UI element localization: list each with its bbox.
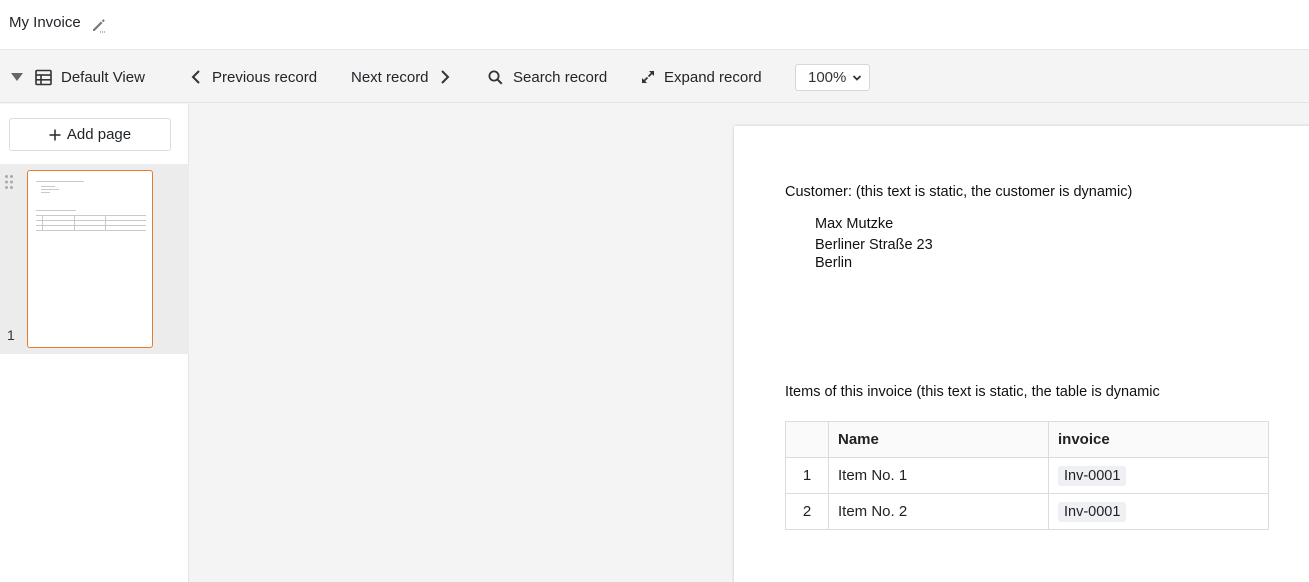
add-page-label: Add page [66, 126, 132, 143]
zoom-value: 100% [808, 69, 847, 86]
caret-down-icon[interactable] [10, 71, 24, 83]
page-thumbnail[interactable] [27, 170, 153, 348]
table-icon [35, 69, 52, 85]
items-table: Name invoice 1 Item No. 1 Inv-0001 2 Ite… [785, 421, 1269, 530]
view-label: Default View [61, 68, 145, 86]
previous-record-label: Previous record [212, 68, 318, 86]
customer-city: Berlin [815, 255, 853, 271]
customer-name: Max Mutzke [815, 216, 894, 232]
drag-handle-icon[interactable] [4, 174, 14, 190]
expand-record-label: Expand record [664, 68, 762, 86]
page-sidebar: Add page 1 [0, 104, 189, 582]
page-number: 1 [7, 327, 15, 343]
row-name: Item No. 2 [828, 493, 1049, 530]
expand-record-button[interactable]: Expand record [641, 51, 762, 103]
search-record-label: Search record [513, 68, 608, 86]
customer-street: Berliner Straße 23 [815, 237, 933, 253]
document-canvas: Customer: (this text is static, the cust… [190, 104, 1309, 582]
chevron-left-icon [191, 70, 200, 84]
add-page-button[interactable]: Add page [9, 118, 171, 151]
search-icon [488, 70, 503, 85]
row-index: 1 [785, 457, 829, 494]
toolbar: Default View Previous record Next record… [0, 51, 1309, 103]
table-row: 2 Item No. 2 Inv-0001 [785, 493, 1269, 530]
customer-label: Customer: (this text is static, the cust… [785, 184, 1133, 200]
column-header-invoice: invoice [1048, 421, 1269, 458]
view-selector-button[interactable]: Default View [35, 51, 145, 103]
page-title[interactable]: My Invoice [9, 14, 81, 31]
title-bar: My Invoice [0, 0, 1309, 50]
invoice-tag: Inv-0001 [1058, 465, 1127, 486]
row-invoice-cell: Inv-0001 [1048, 457, 1269, 494]
plus-icon [49, 129, 61, 140]
table-header-row: Name invoice [785, 421, 1269, 458]
previous-record-button[interactable]: Previous record [191, 51, 317, 103]
items-label: Items of this invoice (this text is stat… [785, 384, 1160, 400]
next-record-button[interactable]: Next record [351, 51, 450, 103]
page-list-item[interactable]: 1 [0, 164, 189, 354]
pencil-icon[interactable] [91, 17, 107, 33]
search-record-button[interactable]: Search record [488, 51, 607, 103]
row-name: Item No. 1 [828, 457, 1049, 494]
table-row: 1 Item No. 1 Inv-0001 [785, 457, 1269, 494]
document-page[interactable]: Customer: (this text is static, the cust… [734, 126, 1309, 582]
expand-icon [642, 71, 654, 83]
column-header-name: Name [828, 421, 1049, 458]
chevron-right-icon [440, 70, 449, 84]
row-index: 2 [785, 493, 829, 530]
row-invoice-cell: Inv-0001 [1048, 493, 1269, 530]
chevron-down-icon [852, 75, 862, 81]
invoice-tag: Inv-0001 [1058, 501, 1127, 522]
column-header-index [785, 421, 829, 458]
next-record-label: Next record [351, 68, 429, 86]
zoom-select[interactable]: 100% [795, 64, 870, 91]
